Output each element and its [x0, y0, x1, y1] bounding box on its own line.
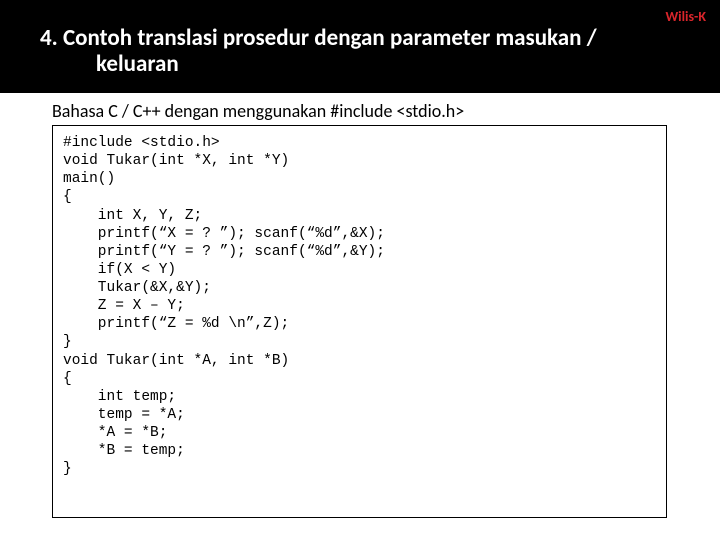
author-name: Wilis-K	[665, 8, 706, 25]
heading-line-2: keluaran	[40, 51, 680, 77]
slide-heading: 4. Contoh translasi prosedur dengan para…	[40, 25, 680, 78]
heading-line-1: 4. Contoh translasi prosedur dengan para…	[40, 24, 597, 52]
code-block: #include <stdio.h> void Tukar(int *X, in…	[52, 125, 667, 518]
subtitle: Bahasa C / C++ dengan menggunakan #inclu…	[52, 100, 464, 122]
header-band: Wilis-K 4. Contoh translasi prosedur den…	[0, 0, 720, 93]
